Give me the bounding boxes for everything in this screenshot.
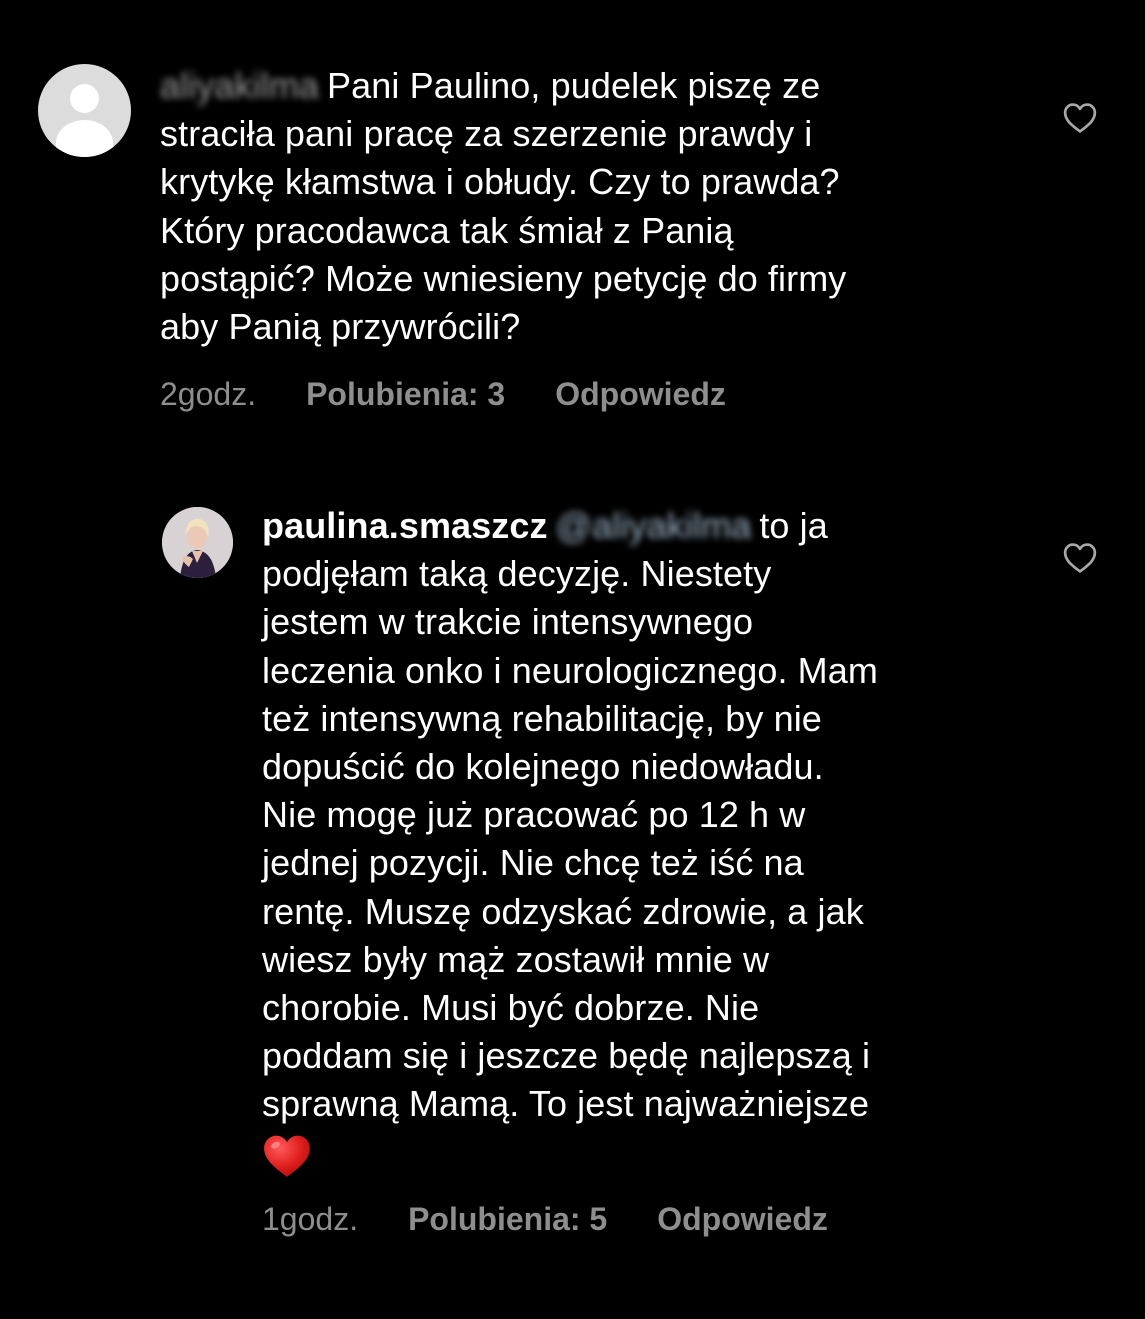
default-avatar-icon[interactable] — [38, 64, 131, 157]
comment-line: jestem w trakcie intensywnego — [262, 601, 754, 643]
comment-username[interactable]: paulina.smaszcz — [262, 505, 548, 546]
likes-count-button[interactable]: Polubienia: 5 — [408, 1201, 607, 1238]
comment-line: krytykę kłamstwa i obłudy. Czy to prawda… — [160, 161, 840, 203]
comment-meta: 2godz. Polubienia: 3 Odpowiedz — [160, 376, 726, 413]
heart-outline-icon[interactable] — [1063, 542, 1097, 574]
comment-line: sprawną Mamą. To jest najważniejsze — [262, 1083, 870, 1125]
comment-line: to ja — [759, 505, 828, 546]
comment-line: dopuścić do kolejnego niedowładu. — [262, 746, 824, 788]
mention-link[interactable]: @aliyakilma — [556, 502, 752, 550]
comment-line: wiesz były mąż zostawił mnie w — [262, 938, 770, 980]
comment-username[interactable]: aliyakilma — [160, 62, 319, 110]
heart-outline-icon[interactable] — [1063, 102, 1097, 134]
comment-line: aby Panią przywrócili? — [160, 306, 521, 348]
red-heart-emoji — [264, 1135, 310, 1177]
profile-photo-avatar[interactable] — [162, 507, 233, 578]
comment-line: Który pracodawca tak śmiał z Panią — [160, 209, 734, 251]
comment-line: jednej pozycji. Nie chcę też iść na — [262, 842, 804, 884]
comment-text: aliyakilma Pani Paulino, pudelek piszę ze… — [160, 62, 1020, 351]
comment-line: podjęłam taką decyzję. Niestety — [262, 553, 772, 595]
comment-timestamp: 1godz. — [262, 1201, 359, 1237]
comment-line: chorobie. Musi być dobrze. Nie — [262, 987, 760, 1029]
comment-line: leczenia onko i neurologicznego. Mam — [262, 649, 878, 691]
comment-line: Nie mogę już pracować po 12 h w — [262, 794, 806, 836]
reply-button[interactable]: Odpowiedz — [555, 376, 726, 413]
comment-line: postąpić? Może wniesieny petycję do firm… — [160, 257, 847, 299]
comment-line: Pani Paulino, pudelek piszę ze — [327, 65, 821, 106]
comment-text: paulina.smaszcz @aliyakilma to ja podjęłam… — [262, 502, 1032, 1180]
reply-button[interactable]: Odpowiedz — [657, 1201, 828, 1238]
comment-line: poddam się i jeszcze będę najlepszą i — [262, 1035, 871, 1077]
comment-line: straciła pani pracę za szerzenie prawdy … — [160, 113, 813, 155]
comment-line: też intensywną rehabilitację, by nie — [262, 697, 822, 739]
likes-count-button[interactable]: Polubienia: 3 — [306, 376, 505, 413]
comment-timestamp: 2godz. — [160, 376, 257, 412]
comment-line: rentę. Muszę odzyskać zdrowie, a jak — [262, 890, 864, 932]
comment-meta: 1godz. Polubienia: 5 Odpowiedz — [262, 1201, 828, 1238]
